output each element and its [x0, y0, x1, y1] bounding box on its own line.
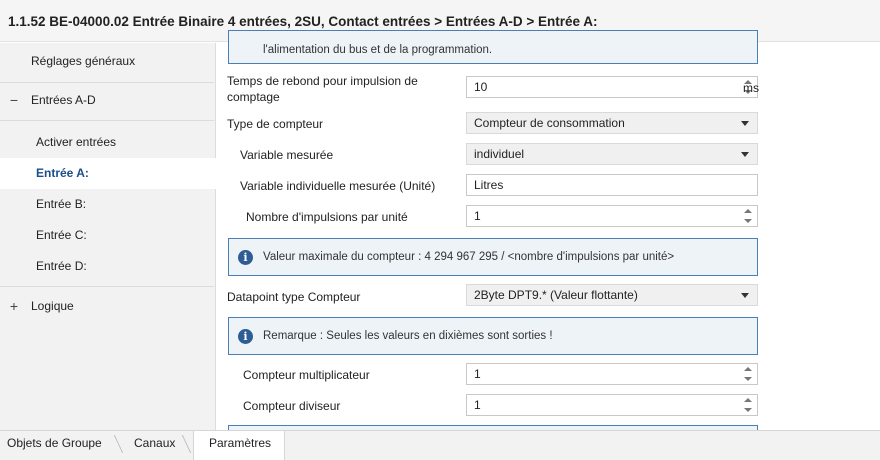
- sidebar-item-label: Entrée C:: [36, 228, 87, 242]
- info-box-max: i Valeur maximale du compteur : 4 294 96…: [228, 238, 758, 276]
- sidebar-item-entree-b[interactable]: Entrée B:: [0, 189, 214, 220]
- rebond-label-line1: Temps de rebond pour impulsion de: [227, 74, 418, 88]
- datapoint-label: Datapoint type Compteur: [227, 290, 361, 304]
- sidebar-item-activer-entrees[interactable]: Activer entrées: [0, 127, 214, 158]
- variable-mesuree-label: Variable mesurée: [240, 148, 334, 162]
- vertical-scrollbar[interactable]: [864, 43, 880, 430]
- rebond-label-line2: comptage: [227, 90, 280, 104]
- multiplicateur-value: 1: [474, 367, 481, 381]
- remarque-text: Remarque : Seules les valeurs en dixième…: [263, 330, 553, 342]
- sidebar-item-label: Activer entrées: [36, 135, 117, 149]
- rebond-input[interactable]: 10: [466, 76, 758, 98]
- tab-parametres[interactable]: Paramètres: [193, 431, 285, 460]
- sidebar-item-label: Réglages généraux: [31, 54, 136, 68]
- info-icon: i: [238, 250, 253, 265]
- sidebar-item-label: Entrée A:: [36, 166, 89, 180]
- variable-indiv-value: Litres: [474, 178, 504, 192]
- tab-label: Objets de Groupe: [7, 436, 102, 450]
- expand-icon[interactable]: +: [7, 291, 21, 322]
- chevron-down-icon: [741, 152, 749, 157]
- diviseur-input[interactable]: 1: [466, 394, 758, 416]
- tab-label: Paramètres: [209, 436, 272, 450]
- variable-indiv-input[interactable]: Litres: [466, 174, 758, 196]
- top-info-box: l'alimentation du bus et de la programma…: [228, 30, 758, 64]
- spinner-icon[interactable]: [744, 208, 752, 224]
- multiplicateur-input[interactable]: 1: [466, 363, 758, 385]
- sidebar-item-label: Entrées A-D: [31, 93, 96, 107]
- tab-divider: [113, 435, 124, 453]
- type-compteur-label: Type de compteur: [227, 117, 324, 131]
- variable-indiv-label: Variable individuelle mesurée (Unité): [240, 179, 436, 193]
- type-compteur-value: Compteur de consommation: [474, 116, 625, 130]
- bottom-tab-bar: Objets de Groupe Canaux Paramètres: [0, 430, 880, 460]
- diviseur-value: 1: [474, 398, 481, 412]
- info-box-remarque: i Remarque : Seules les valeurs en dixiè…: [228, 317, 758, 355]
- sidebar: Réglages généraux − Entrées A-D Activer …: [0, 43, 216, 430]
- type-compteur-dropdown[interactable]: Compteur de consommation: [466, 112, 758, 134]
- sidebar-divider: [0, 120, 214, 121]
- sidebar-divider: [0, 82, 214, 83]
- impulsions-input[interactable]: 1: [466, 205, 758, 227]
- sidebar-item-label: Entrée D:: [36, 259, 87, 273]
- top-info-text: l'alimentation du bus et de la programma…: [263, 44, 493, 56]
- chevron-down-icon: [741, 293, 749, 298]
- collapse-icon[interactable]: −: [7, 85, 21, 116]
- variable-mesuree-value: individuel: [474, 147, 525, 161]
- sidebar-divider: [0, 286, 214, 287]
- sidebar-item-entree-c[interactable]: Entrée C:: [0, 220, 214, 251]
- window-title: 1.1.52 BE-04000.02 Entrée Binaire 4 entr…: [8, 14, 598, 29]
- tab-canaux[interactable]: Canaux: [124, 431, 186, 460]
- datapoint-dropdown[interactable]: 2Byte DPT9.* (Valeur flottante): [466, 284, 758, 306]
- sidebar-item-label: Entrée B:: [36, 197, 87, 211]
- sidebar-item-entrees-a-d[interactable]: − Entrées A-D: [0, 85, 214, 116]
- sidebar-item-entree-a[interactable]: Entrée A:: [0, 158, 216, 189]
- datapoint-value: 2Byte DPT9.* (Valeur flottante): [474, 288, 638, 302]
- spinner-icon[interactable]: [744, 366, 752, 382]
- diviseur-label: Compteur diviseur: [243, 399, 341, 413]
- sidebar-item-label: Logique: [31, 299, 74, 313]
- variable-mesuree-dropdown[interactable]: individuel: [466, 143, 758, 165]
- info-icon: i: [238, 329, 253, 344]
- tab-label: Canaux: [134, 436, 176, 450]
- rebond-value: 10: [474, 80, 488, 94]
- info-max-text: Valeur maximale du compteur : 4 294 967 …: [263, 251, 675, 263]
- multiplicateur-label: Compteur multiplicateur: [243, 368, 370, 382]
- spinner-icon[interactable]: [744, 397, 752, 413]
- rebond-unit: ms: [743, 81, 759, 95]
- sidebar-item-entree-d[interactable]: Entrée D:: [0, 251, 214, 282]
- sidebar-item-reglages-generaux[interactable]: Réglages généraux: [0, 46, 214, 77]
- impulsions-value: 1: [474, 209, 481, 223]
- tab-objets-de-groupe[interactable]: Objets de Groupe: [0, 431, 112, 460]
- chevron-down-icon: [741, 121, 749, 126]
- impulsions-label: Nombre d'impulsions par unité: [246, 210, 408, 224]
- sidebar-item-logique[interactable]: + Logique: [0, 291, 214, 322]
